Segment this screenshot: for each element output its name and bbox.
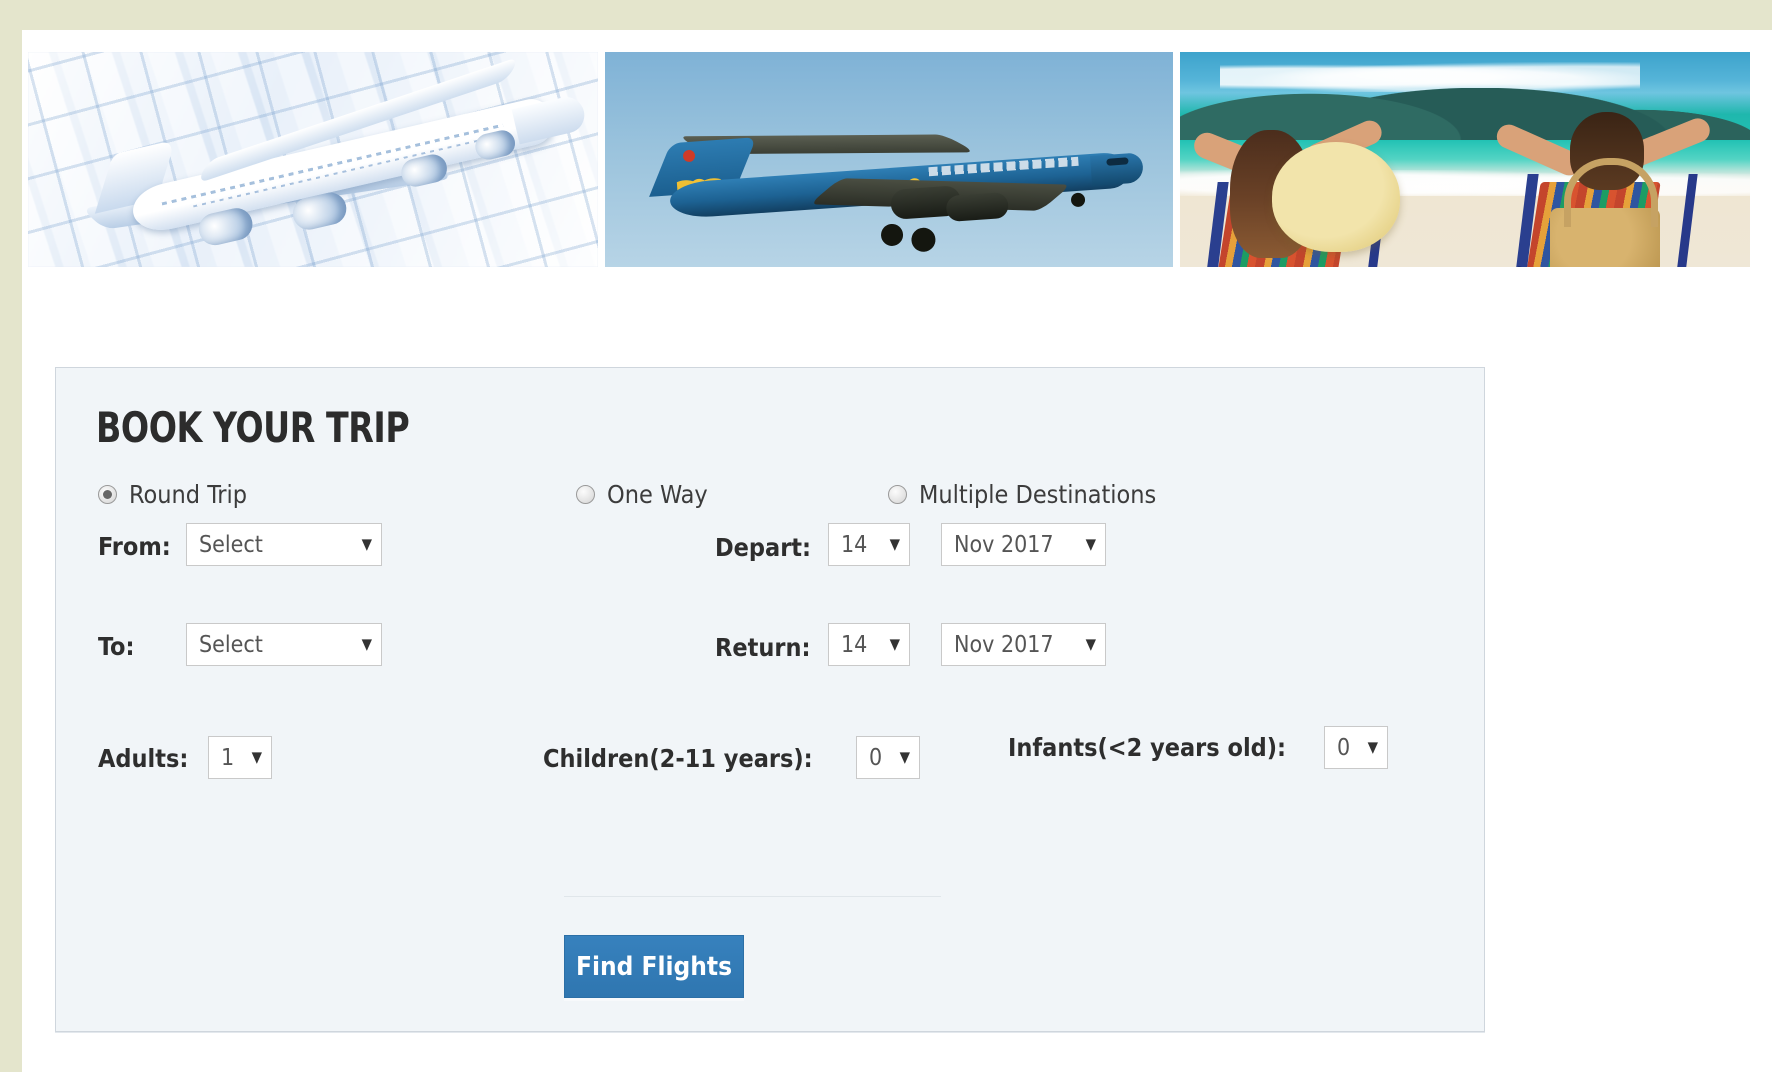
content-page: BOOK YOUR TRIP Round Trip One Way Multip… xyxy=(22,30,1772,1072)
banner-beach-couple xyxy=(1180,52,1750,267)
return-month-value: Nov 2017 xyxy=(954,631,1054,658)
depart-day-value: 14 xyxy=(841,531,868,558)
page-root: BOOK YOUR TRIP Round Trip One Way Multip… xyxy=(0,0,1772,1072)
chevron-down-icon: ▼ xyxy=(361,535,372,553)
radio-round-trip-indicator[interactable] xyxy=(98,485,117,504)
infants-value: 0 xyxy=(1337,734,1351,761)
chevron-down-icon: ▼ xyxy=(889,635,900,653)
children-select[interactable]: 0 ▼ xyxy=(856,736,920,779)
radio-multiple-destinations-indicator[interactable] xyxy=(888,485,907,504)
infants-select[interactable]: 0 ▼ xyxy=(1324,726,1388,769)
to-select-value: Select xyxy=(199,631,263,658)
radio-one-way-indicator[interactable] xyxy=(576,485,595,504)
find-flights-button[interactable]: Find Flights xyxy=(564,935,744,998)
chevron-down-icon: ▼ xyxy=(899,748,910,766)
adults-value: 1 xyxy=(221,744,235,771)
banner-model-airplane-keyboard xyxy=(28,52,598,267)
sun-hat xyxy=(1272,142,1400,252)
beach-chair-right xyxy=(1493,112,1714,267)
form-divider xyxy=(564,896,941,897)
children-value: 0 xyxy=(869,744,883,771)
banner-strip xyxy=(28,52,1750,267)
infants-label: Infants(<2 years old): xyxy=(1008,733,1287,762)
children-label: Children(2-11 years): xyxy=(543,744,813,773)
from-select[interactable]: Select ▼ xyxy=(186,523,382,566)
return-day-select[interactable]: 14 ▼ xyxy=(828,623,910,666)
chevron-down-icon: ▼ xyxy=(361,635,372,653)
radio-one-way[interactable]: One Way xyxy=(576,480,708,509)
to-select[interactable]: Select ▼ xyxy=(186,623,382,666)
from-label: From: xyxy=(98,532,171,561)
booking-panel: BOOK YOUR TRIP Round Trip One Way Multip… xyxy=(55,367,1485,1032)
chevron-down-icon: ▼ xyxy=(1085,635,1096,653)
depart-month-value: Nov 2017 xyxy=(954,531,1054,558)
chevron-down-icon: ▼ xyxy=(251,748,262,766)
return-label: Return: xyxy=(715,633,811,662)
radio-round-trip[interactable]: Round Trip xyxy=(98,480,247,509)
trip-type-radio-group: Round Trip One Way Multiple Destinations xyxy=(98,480,1298,516)
to-label: To: xyxy=(98,632,135,661)
radio-one-way-label: One Way xyxy=(607,480,708,509)
from-select-value: Select xyxy=(199,531,263,558)
radio-multiple-destinations[interactable]: Multiple Destinations xyxy=(888,480,1156,509)
chevron-down-icon: ▼ xyxy=(1367,738,1378,756)
depart-day-select[interactable]: 14 ▼ xyxy=(828,523,910,566)
adults-select[interactable]: 1 ▼ xyxy=(208,736,272,779)
depart-month-select[interactable]: Nov 2017 ▼ xyxy=(941,523,1106,566)
return-month-select[interactable]: Nov 2017 ▼ xyxy=(941,623,1106,666)
return-day-value: 14 xyxy=(841,631,868,658)
depart-label: Depart: xyxy=(715,533,812,562)
adults-label: Adults: xyxy=(98,744,189,773)
banner-vietnam-airlines-jet xyxy=(605,52,1173,267)
chevron-down-icon: ▼ xyxy=(889,535,900,553)
page-title: BOOK YOUR TRIP xyxy=(96,403,410,452)
chevron-down-icon: ▼ xyxy=(1085,535,1096,553)
radio-multiple-destinations-label: Multiple Destinations xyxy=(919,480,1157,509)
beach-chair-left xyxy=(1190,116,1400,267)
radio-round-trip-label: Round Trip xyxy=(129,480,248,509)
